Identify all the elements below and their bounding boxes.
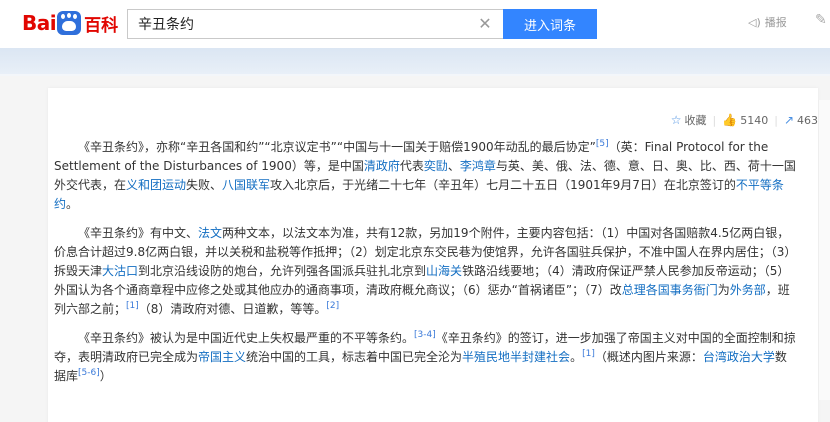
star-icon[interactable]: ☆ [671,113,682,127]
link-qing-government[interactable]: 清政府 [364,159,400,173]
search-box: ✕ [127,9,503,39]
citation[interactable]: [3-4] [414,330,436,340]
summary-text: 《辛丑条约》，亦称“辛丑各国和约”“北京议定书”“中国与十一国关于赔偿1900年… [54,138,796,396]
link-boxer-movement[interactable]: 义和团运动 [126,178,186,192]
citation[interactable]: [5] [596,139,609,149]
banner-band [0,48,830,76]
link-yikuang[interactable]: 奕劻 [424,159,448,173]
citation[interactable]: [5-6] [78,368,100,378]
favorite-label[interactable]: 收藏 [685,112,707,128]
paragraph-3: 《辛丑条约》被认为是中国近代史上失权最严重的不平等条约。[3-4]《辛丑条约》的… [54,330,796,384]
speaker-icon: ◁) [748,15,761,29]
link-li-hongzhang[interactable]: 李鸿章 [460,159,496,173]
logo-text-bai: Bai [22,11,57,35]
like-count[interactable]: 5140 [740,114,768,127]
share-count[interactable]: 463 [797,114,818,127]
baidu-baike-logo[interactable]: Bai 百科 [22,9,118,37]
summary-card: ☆ 收藏 | 👍 5140 | ↗ 463 《辛丑条约》，亦称“辛丑各国和约”“… [48,88,818,422]
logo-text-baike: 百科 [84,15,119,36]
link-eight-nation-alliance[interactable]: 八国联军 [222,178,270,192]
link-imperialism[interactable]: 帝国主义 [198,350,246,364]
edit-icon[interactable]: ✎ [815,12,827,28]
link-semi-colonial[interactable]: 半殖民地半封建社会 [462,350,570,364]
right-sidebar-edge [818,100,830,400]
play-audio-button[interactable]: ◁) 播报 [748,14,787,30]
citation[interactable]: [1] [126,301,139,311]
search-input[interactable] [128,10,458,38]
entry-actions: ☆ 收藏 | 👍 5140 | ↗ 463 [671,112,818,128]
paragraph-2: 《辛丑条约》有中文、法文两种文本，以法文本为准，共有12款，另加19个附件，主要… [54,226,791,316]
link-dagukou[interactable]: 大沽口 [102,264,138,278]
paragraph-1: 《辛丑条约》，亦称“辛丑各国和约”“北京议定书”“中国与十一国关于赔偿1900年… [54,139,796,212]
citation[interactable]: [2] [326,301,339,311]
paw-icon [57,11,82,35]
citation[interactable]: [1] [582,349,595,359]
content-area: ☆ 收藏 | 👍 5140 | ↗ 463 《辛丑条约》，亦称“辛丑各国和约”“… [0,76,830,422]
divider: | [712,113,717,127]
link-zongli-yamen[interactable]: 总理各国事务衙门 [622,283,718,297]
play-label: 播报 [764,16,787,29]
enter-entry-button[interactable]: 进入词条 [503,9,597,39]
link-shanhaiguan[interactable]: 山海关 [426,264,462,278]
divider: | [774,113,778,127]
link-nccu[interactable]: 台湾政治大学 [703,350,775,364]
search-clear-icon[interactable]: ✕ [477,16,493,32]
top-header: Bai 百科 ✕ 进入词条 ◁) 播报 ✎ [0,0,830,48]
thumb-icon[interactable]: 👍 [722,113,737,127]
link-foreign-ministry[interactable]: 外务部 [730,283,766,297]
link-french[interactable]: 法文 [198,226,222,240]
share-icon[interactable]: ↗ [784,113,794,127]
